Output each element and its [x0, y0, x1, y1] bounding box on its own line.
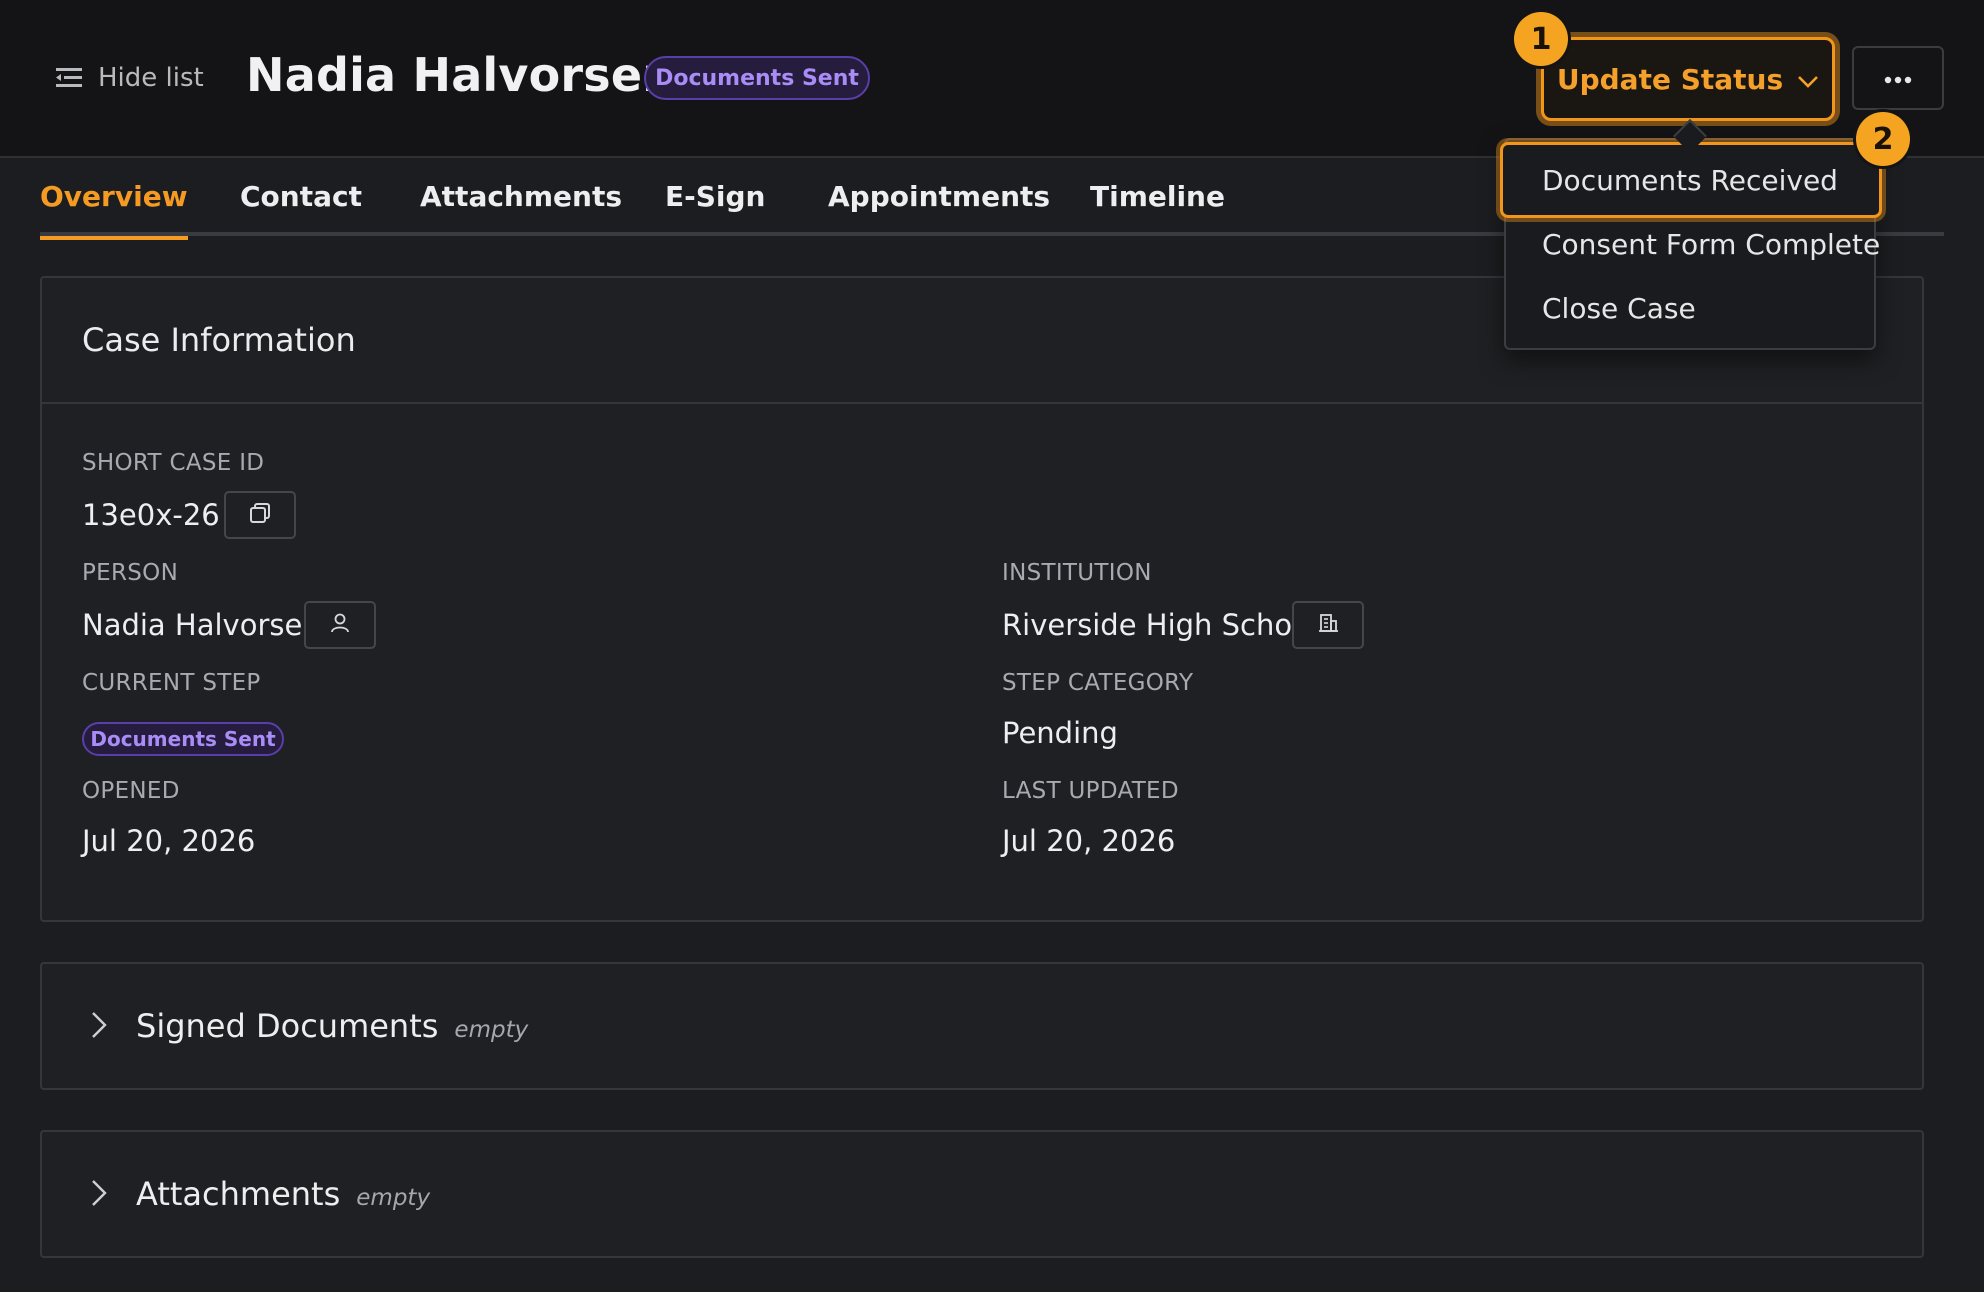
- last-updated-label: LAST UPDATED: [1002, 778, 1179, 804]
- update-status-button[interactable]: Update Status: [1541, 37, 1835, 121]
- tab-e-sign[interactable]: E-Sign: [665, 180, 766, 236]
- hide-list-button[interactable]: Hide list: [56, 58, 204, 98]
- annotation-badge-1: 1: [1514, 12, 1568, 66]
- menu-item-consent-form-complete[interactable]: Consent Form Complete: [1542, 228, 1880, 261]
- tab-overview[interactable]: Overview: [40, 180, 188, 240]
- last-updated-value: Jul 20, 2026: [1002, 824, 1176, 858]
- copy-icon: [248, 501, 272, 529]
- tab-attachments[interactable]: Attachments: [420, 180, 622, 236]
- update-status-label: Update Status: [1556, 62, 1784, 96]
- menu-item-close-case[interactable]: Close Case: [1542, 292, 1696, 325]
- step-category-value: Pending: [1002, 716, 1118, 750]
- short-case-id-value: 13e0x-26: [82, 498, 220, 532]
- signed-documents-title: Signed Documents empty: [136, 1007, 528, 1045]
- chevron-right-icon: [90, 1010, 108, 1044]
- attachments-section[interactable]: Attachments empty: [40, 1130, 1924, 1258]
- signed-documents-label: Signed Documents: [136, 1007, 439, 1045]
- short-case-id-label: SHORT CASE ID: [82, 450, 265, 476]
- tab-timeline[interactable]: Timeline: [1090, 180, 1225, 236]
- menu-item-documents-received[interactable]: Documents Received: [1500, 142, 1882, 218]
- institution-label: INSTITUTION: [1002, 560, 1152, 586]
- case-information-card: Case Information SHORT CASE ID 13e0x-26 …: [40, 276, 1924, 922]
- copy-case-id-button[interactable]: [224, 491, 296, 539]
- update-status-menu: Documents Received Consent Form Complete…: [1500, 138, 1882, 350]
- institution-value: Riverside High School: [1002, 608, 1318, 642]
- step-category-label: STEP CATEGORY: [1002, 670, 1194, 696]
- tab-contact[interactable]: Contact: [240, 180, 362, 236]
- ellipsis-icon: [1884, 69, 1912, 88]
- signed-documents-section[interactable]: Signed Documents empty: [40, 962, 1924, 1090]
- empty-tag: empty: [356, 1185, 431, 1211]
- opened-value: Jul 20, 2026: [82, 824, 256, 858]
- chevron-right-icon: [90, 1178, 108, 1212]
- status-badge: Documents Sent: [644, 56, 870, 100]
- list-icon: [56, 67, 84, 89]
- current-step-badge: Documents Sent: [82, 722, 284, 756]
- current-step-label: CURRENT STEP: [82, 670, 261, 696]
- empty-tag: empty: [454, 1017, 529, 1043]
- opened-label: OPENED: [82, 778, 180, 804]
- view-person-button[interactable]: [304, 601, 376, 649]
- page-title: Nadia Halvorsen: [246, 48, 676, 102]
- building-icon: [1317, 612, 1339, 638]
- more-options-button[interactable]: [1852, 46, 1944, 110]
- person-label: PERSON: [82, 560, 179, 586]
- attachments-label: Attachments: [136, 1175, 341, 1213]
- attachments-title: Attachments empty: [136, 1175, 430, 1213]
- view-institution-button[interactable]: [1292, 601, 1364, 649]
- user-icon: [329, 612, 351, 638]
- hide-list-label: Hide list: [98, 63, 204, 93]
- tab-appointments[interactable]: Appointments: [828, 180, 1050, 236]
- chevron-down-icon: [1797, 63, 1819, 96]
- person-value: Nadia Halvorsen: [82, 608, 321, 642]
- annotation-badge-2: 2: [1856, 112, 1910, 166]
